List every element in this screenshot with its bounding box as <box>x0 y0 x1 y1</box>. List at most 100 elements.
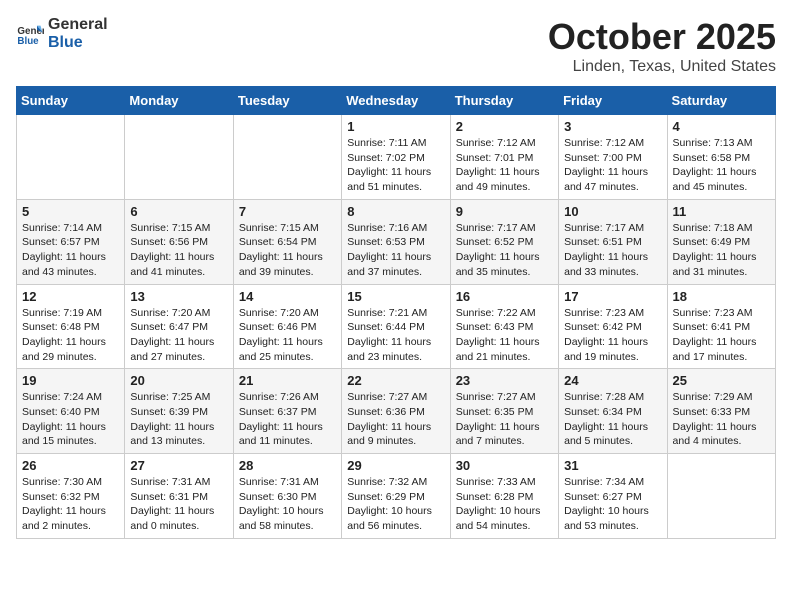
svg-text:Blue: Blue <box>17 35 39 46</box>
day-info: Sunrise: 7:17 AMSunset: 6:51 PMDaylight:… <box>564 221 661 280</box>
calendar-cell: 14 Sunrise: 7:20 AMSunset: 6:46 PMDayligh… <box>233 284 341 369</box>
day-number: 30 <box>456 458 553 473</box>
day-info: Sunrise: 7:15 AMSunset: 6:56 PMDaylight:… <box>130 221 227 280</box>
day-info: Sunrise: 7:29 AMSunset: 6:33 PMDaylight:… <box>673 390 770 449</box>
day-number: 8 <box>347 204 444 219</box>
day-number: 21 <box>239 373 336 388</box>
calendar-cell: 17Sunrise: 7:23 AMSunset: 6:42 PMDayligh… <box>559 284 667 369</box>
calendar-cell: 10 Sunrise: 7:17 AMSunset: 6:51 PMDayligh… <box>559 199 667 284</box>
calendar-cell: 21 Sunrise: 7:26 AMSunset: 6:37 PMDayligh… <box>233 369 341 454</box>
day-info: Sunrise: 7:26 AMSunset: 6:37 PMDaylight:… <box>239 390 336 449</box>
day-number: 23 <box>456 373 553 388</box>
day-number: 7 <box>239 204 336 219</box>
day-number: 5 <box>22 204 119 219</box>
logo-blue-text: Blue <box>48 34 108 52</box>
day-number: 1 <box>347 119 444 134</box>
day-info: Sunrise: 7:31 AMSunset: 6:30 PMDaylight:… <box>239 475 336 534</box>
day-info: Sunrise: 7:14 AMSunset: 6:57 PMDaylight:… <box>22 221 119 280</box>
calendar-cell: 25 Sunrise: 7:29 AMSunset: 6:33 PMDayligh… <box>667 369 775 454</box>
location-title: Linden, Texas, United States <box>548 58 776 76</box>
day-number: 27 <box>130 458 227 473</box>
week-row-4: 26 Sunrise: 7:30 AMSunset: 6:32 PMDayligh… <box>17 454 776 539</box>
day-number: 19 <box>22 373 119 388</box>
day-info: Sunrise: 7:20 AMSunset: 6:47 PMDaylight:… <box>130 306 227 365</box>
day-info: Sunrise: 7:11 AMSunset: 7:02 PMDaylight:… <box>347 136 444 195</box>
calendar-cell: 22Sunrise: 7:27 AMSunset: 6:36 PMDayligh… <box>342 369 450 454</box>
day-info: Sunrise: 7:23 AMSunset: 6:41 PMDaylight:… <box>673 306 770 365</box>
calendar-cell: 2Sunrise: 7:12 AMSunset: 7:01 PMDaylight… <box>450 115 558 200</box>
logo-icon: General Blue <box>16 20 44 48</box>
weekday-header-monday: Monday <box>125 87 233 115</box>
calendar-cell: 19 Sunrise: 7:24 AMSunset: 6:40 PMDayligh… <box>17 369 125 454</box>
day-number: 4 <box>673 119 770 134</box>
day-info: Sunrise: 7:12 AMSunset: 7:01 PMDaylight:… <box>456 136 553 195</box>
calendar-cell: 7 Sunrise: 7:15 AMSunset: 6:54 PMDaylight… <box>233 199 341 284</box>
calendar-cell: 15Sunrise: 7:21 AMSunset: 6:44 PMDayligh… <box>342 284 450 369</box>
calendar-cell: 5 Sunrise: 7:14 AMSunset: 6:57 PMDaylight… <box>17 199 125 284</box>
day-info: Sunrise: 7:20 AMSunset: 6:46 PMDaylight:… <box>239 306 336 365</box>
calendar-cell: 27Sunrise: 7:31 AMSunset: 6:31 PMDayligh… <box>125 454 233 539</box>
calendar-cell <box>233 115 341 200</box>
calendar-cell: 11 Sunrise: 7:18 AMSunset: 6:49 PMDayligh… <box>667 199 775 284</box>
weekday-header-row: SundayMondayTuesdayWednesdayThursdayFrid… <box>17 87 776 115</box>
day-number: 6 <box>130 204 227 219</box>
day-info: Sunrise: 7:34 AMSunset: 6:27 PMDaylight:… <box>564 475 661 534</box>
day-info: Sunrise: 7:21 AMSunset: 6:44 PMDaylight:… <box>347 306 444 365</box>
calendar-cell: 8Sunrise: 7:16 AMSunset: 6:53 PMDaylight… <box>342 199 450 284</box>
day-info: Sunrise: 7:18 AMSunset: 6:49 PMDaylight:… <box>673 221 770 280</box>
day-info: Sunrise: 7:28 AMSunset: 6:34 PMDaylight:… <box>564 390 661 449</box>
day-number: 31 <box>564 458 661 473</box>
day-number: 11 <box>673 204 770 219</box>
day-number: 24 <box>564 373 661 388</box>
day-info: Sunrise: 7:23 AMSunset: 6:42 PMDaylight:… <box>564 306 661 365</box>
calendar-cell: 18 Sunrise: 7:23 AMSunset: 6:41 PMDayligh… <box>667 284 775 369</box>
calendar-cell: 12 Sunrise: 7:19 AMSunset: 6:48 PMDayligh… <box>17 284 125 369</box>
day-info: Sunrise: 7:13 AMSunset: 6:58 PMDaylight:… <box>673 136 770 195</box>
day-info: Sunrise: 7:32 AMSunset: 6:29 PMDaylight:… <box>347 475 444 534</box>
day-number: 12 <box>22 289 119 304</box>
day-info: Sunrise: 7:15 AMSunset: 6:54 PMDaylight:… <box>239 221 336 280</box>
week-row-1: 5 Sunrise: 7:14 AMSunset: 6:57 PMDaylight… <box>17 199 776 284</box>
day-number: 16 <box>456 289 553 304</box>
weekday-header-saturday: Saturday <box>667 87 775 115</box>
calendar-cell: 23 Sunrise: 7:27 AMSunset: 6:35 PMDayligh… <box>450 369 558 454</box>
calendar-cell: 16Sunrise: 7:22 AMSunset: 6:43 PMDayligh… <box>450 284 558 369</box>
day-number: 26 <box>22 458 119 473</box>
day-info: Sunrise: 7:27 AMSunset: 6:35 PMDaylight:… <box>456 390 553 449</box>
day-number: 3 <box>564 119 661 134</box>
calendar-cell <box>125 115 233 200</box>
calendar-cell <box>17 115 125 200</box>
month-title: October 2025 <box>548 16 776 58</box>
day-number: 9 <box>456 204 553 219</box>
day-info: Sunrise: 7:27 AMSunset: 6:36 PMDaylight:… <box>347 390 444 449</box>
week-row-3: 19 Sunrise: 7:24 AMSunset: 6:40 PMDayligh… <box>17 369 776 454</box>
weekday-header-thursday: Thursday <box>450 87 558 115</box>
day-number: 25 <box>673 373 770 388</box>
day-info: Sunrise: 7:30 AMSunset: 6:32 PMDaylight:… <box>22 475 119 534</box>
day-number: 29 <box>347 458 444 473</box>
day-number: 14 <box>239 289 336 304</box>
calendar-cell: 9Sunrise: 7:17 AMSunset: 6:52 PMDaylight… <box>450 199 558 284</box>
logo-general-text: General <box>48 16 108 34</box>
weekday-header-wednesday: Wednesday <box>342 87 450 115</box>
calendar-cell <box>667 454 775 539</box>
day-number: 10 <box>564 204 661 219</box>
weekday-header-friday: Friday <box>559 87 667 115</box>
week-row-2: 12 Sunrise: 7:19 AMSunset: 6:48 PMDayligh… <box>17 284 776 369</box>
calendar-cell: 30Sunrise: 7:33 AMSunset: 6:28 PMDayligh… <box>450 454 558 539</box>
day-info: Sunrise: 7:24 AMSunset: 6:40 PMDaylight:… <box>22 390 119 449</box>
weekday-header-tuesday: Tuesday <box>233 87 341 115</box>
calendar-cell: 20 Sunrise: 7:25 AMSunset: 6:39 PMDayligh… <box>125 369 233 454</box>
day-info: Sunrise: 7:19 AMSunset: 6:48 PMDaylight:… <box>22 306 119 365</box>
day-number: 18 <box>673 289 770 304</box>
calendar-cell: 28Sunrise: 7:31 AMSunset: 6:30 PMDayligh… <box>233 454 341 539</box>
calendar-cell: 13Sunrise: 7:20 AMSunset: 6:47 PMDayligh… <box>125 284 233 369</box>
calendar-cell: 4 Sunrise: 7:13 AMSunset: 6:58 PMDaylight… <box>667 115 775 200</box>
day-info: Sunrise: 7:25 AMSunset: 6:39 PMDaylight:… <box>130 390 227 449</box>
logo: General Blue General Blue <box>16 16 108 51</box>
weekday-header-sunday: Sunday <box>17 87 125 115</box>
header: General Blue General Blue October 2025 L… <box>16 16 776 76</box>
week-row-0: 1 Sunrise: 7:11 AMSunset: 7:02 PMDaylight… <box>17 115 776 200</box>
calendar-cell: 1 Sunrise: 7:11 AMSunset: 7:02 PMDaylight… <box>342 115 450 200</box>
day-number: 20 <box>130 373 227 388</box>
